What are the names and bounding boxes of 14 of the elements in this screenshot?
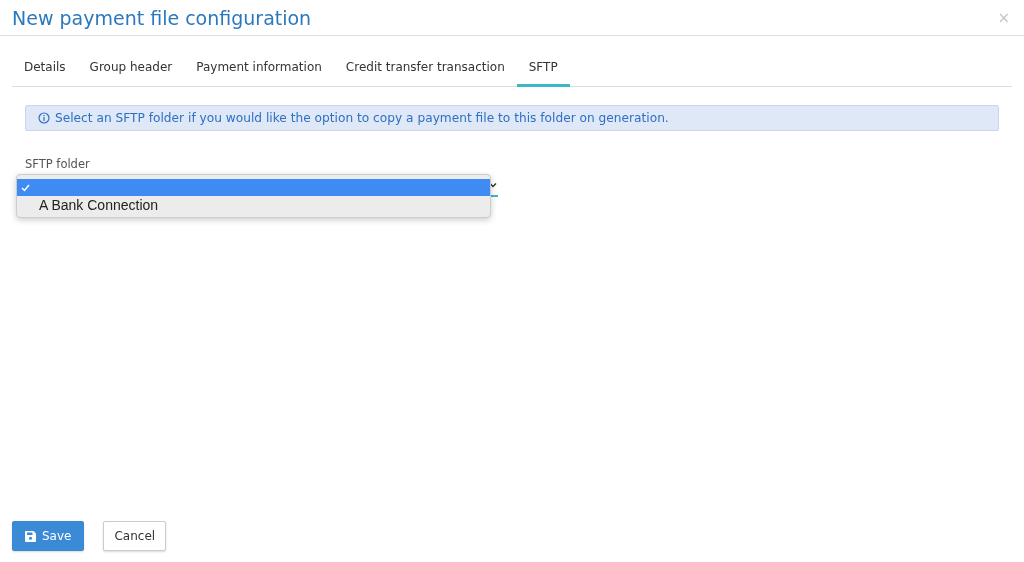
check-icon <box>21 183 30 192</box>
cancel-button[interactable]: Cancel <box>103 521 167 551</box>
info-icon <box>38 112 50 124</box>
info-text: Select an SFTP folder if you would like the option to copy a payment file to this folder on generation. <box>55 111 669 125</box>
tab[interactable]: Credit transfer transaction <box>333 50 517 87</box>
tab[interactable]: Details <box>12 50 78 87</box>
save-button[interactable]: Save <box>12 521 85 551</box>
dropdown-option[interactable]: A Bank Connection <box>17 196 490 213</box>
tab[interactable]: Group header <box>77 50 185 87</box>
tab[interactable]: Payment information <box>184 50 334 87</box>
dialog-title: New payment file configuration <box>12 6 312 29</box>
field-label: SFTP folder <box>25 157 91 171</box>
option-text: A Bank Connection <box>39 196 159 213</box>
tab[interactable]: SFTP <box>516 50 570 87</box>
